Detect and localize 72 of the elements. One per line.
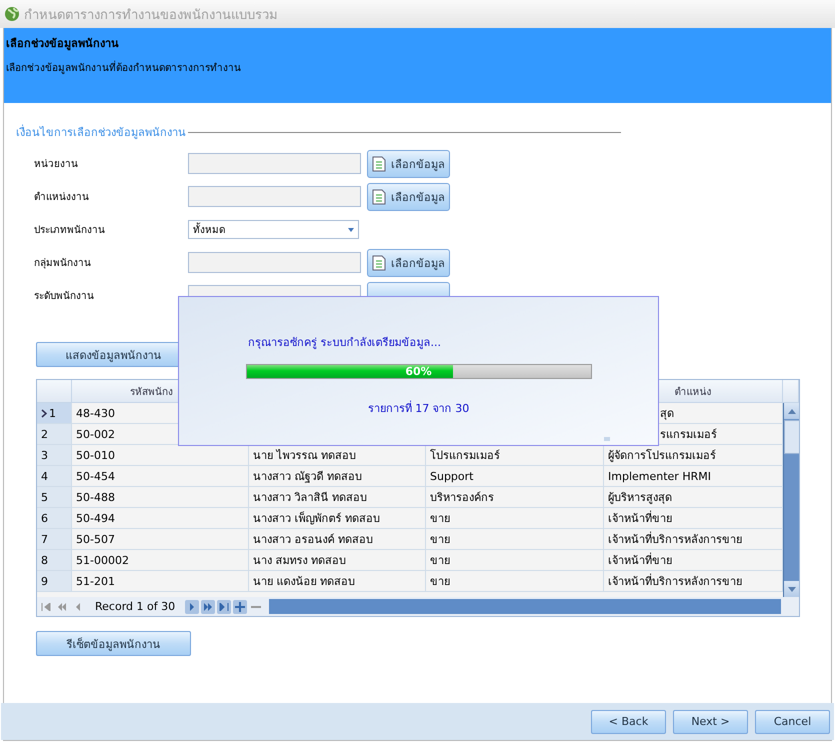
scroll-thumb[interactable] [784, 420, 799, 454]
table-cell: ขาย [426, 508, 604, 529]
table-cell: ผู้บริหารสูงสุด [604, 487, 783, 508]
table-cell: 50-454 [72, 466, 249, 487]
document-icon [372, 188, 386, 204]
scroll-down-icon[interactable] [788, 586, 796, 592]
step-title: เลือกช่วงข้อมูลพนักงาน [6, 36, 120, 52]
row-header[interactable]: 4 [37, 466, 72, 487]
row-header[interactable]: 8 [37, 550, 72, 571]
table-cell: บริหารองค์กร [426, 487, 604, 508]
table-cell: ขาย [426, 571, 604, 592]
last-record-icon[interactable] [217, 600, 232, 614]
row-header[interactable]: 5 [37, 487, 72, 508]
table-cell: Implementer HRMI [604, 466, 783, 487]
row-header[interactable]: 9 [37, 571, 72, 592]
resize-grip-icon [604, 437, 610, 441]
record-counter: Record 1 of 30 [94, 600, 176, 613]
select-data-button[interactable]: เลือกข้อมูล [367, 248, 450, 276]
row-header[interactable]: 3 [37, 445, 72, 466]
field-label: ตำแหน่งงาน [34, 190, 90, 204]
wizard-button[interactable]: Cancel [755, 710, 830, 734]
row-header[interactable]: 1 [37, 403, 72, 424]
table-cell: นางสาว อรอนงค์ ทดสอบ [249, 529, 426, 550]
globe-icon [4, 6, 20, 22]
document-icon [372, 156, 386, 172]
select-data-button[interactable]: เลือกข้อมูล [367, 150, 450, 178]
row-header[interactable]: 6 [37, 508, 72, 529]
row-header[interactable]: 2 [37, 424, 72, 445]
progress-percent: 60% [404, 365, 433, 378]
select-data-button[interactable]: เลือกข้อมูล [367, 182, 450, 210]
table-cell: เจ้าหน้าที่บริการหลังการขาย [604, 529, 783, 550]
table-cell: เจ้าหน้าที่ขาย [604, 508, 783, 529]
next-page-icon[interactable] [201, 600, 216, 614]
input-field[interactable] [188, 153, 361, 174]
table-cell: เจ้าหน้าที่บริการหลังการขาย [604, 571, 783, 592]
table-cell: Support [426, 466, 604, 487]
next-record-icon[interactable] [185, 600, 200, 614]
reset-employees-button[interactable]: รีเซ็ตข้อมูลพนักงาน [36, 631, 191, 656]
wizard-button[interactable]: < Back [591, 710, 666, 734]
progress-status: รายการที่ 17 จาก 30 [368, 400, 470, 417]
table-cell: นางสาว วิลาสินี ทดสอบ [249, 487, 426, 508]
field-label: ประเภทพนักงาน [34, 224, 106, 237]
table-cell: 50-488 [72, 487, 249, 508]
field-label: ระดับพนักงาน [34, 290, 95, 303]
table-cell: 50-494 [72, 508, 249, 529]
table-cell: นางสาว ณัฐวดี ทดสอบ [249, 466, 426, 487]
field-label: หน่วยงาน [34, 158, 79, 171]
current-row-icon [41, 408, 47, 418]
dropdown[interactable]: ทั้งหมด [188, 220, 359, 239]
window-title: กำหนดตารางการทำงานของพนักงานแบบรวม [24, 6, 278, 24]
horizontal-scrollbar[interactable] [269, 599, 781, 614]
input-field[interactable] [188, 252, 361, 273]
table-cell: 51-00002 [72, 550, 249, 571]
table-cell: ขาย [426, 529, 604, 550]
field-label: กลุ่มพนักงาน [34, 257, 92, 270]
add-icon[interactable] [233, 600, 248, 614]
table-cell: นาง สมทรง ทดสอบ [249, 550, 426, 571]
input-field[interactable] [188, 186, 361, 207]
progress-message: กรุณารอซักครู่ ระบบกำลังเตรียมข้อมูล... [248, 335, 441, 351]
table-cell: 50-507 [72, 529, 249, 550]
table-cell: 51-201 [72, 571, 249, 592]
row-header[interactable]: 7 [37, 529, 72, 550]
document-icon [372, 254, 386, 270]
wizard-button[interactable]: Next > [673, 710, 748, 734]
scroll-up-icon[interactable] [788, 408, 796, 414]
group-legend: เงื่อนไขการเลือกช่วงข้อมูลพนักงาน [16, 123, 186, 141]
step-description: เลือกช่วงข้อมูลพนักงานที่ต้องกำหนดตารางการทำงาน [6, 60, 829, 75]
table-cell: นางสาว เพ็ญพักตร์ ทดสอบ [249, 508, 426, 529]
table-cell: เจ้าหน้าที่ขาย [604, 550, 783, 571]
vertical-scrollbar[interactable] [783, 403, 799, 597]
table-cell: ขาย [426, 550, 604, 571]
table-cell: นาย แดงน้อย ทดสอบ [249, 571, 426, 592]
